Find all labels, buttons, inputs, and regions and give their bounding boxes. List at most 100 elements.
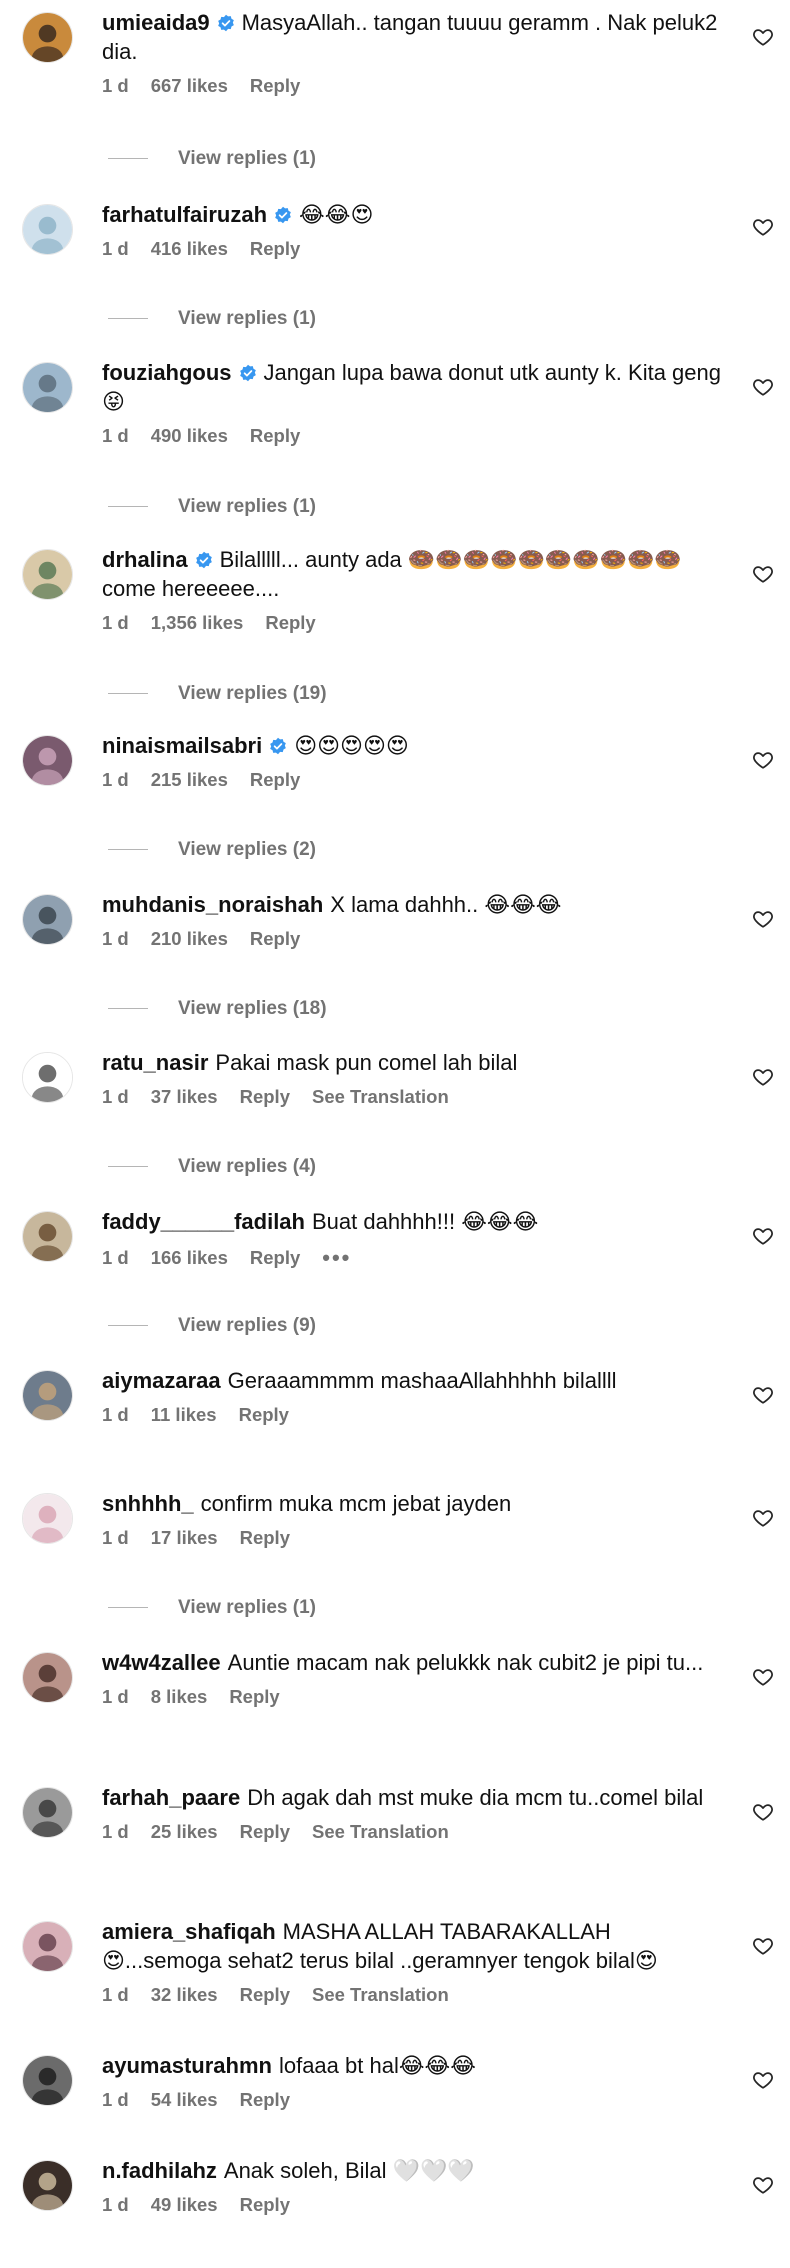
avatar[interactable] <box>22 1921 73 1972</box>
likes-count[interactable]: 17 likes <box>151 1527 218 1548</box>
reply-button[interactable]: Reply <box>240 1086 290 1107</box>
view-replies-button[interactable]: View replies (19) <box>108 683 327 705</box>
view-replies-button[interactable]: View replies (9) <box>108 1315 316 1337</box>
reply-button[interactable]: Reply <box>229 1686 279 1707</box>
username-link[interactable]: w4w4zallee <box>102 1650 221 1675</box>
likes-count[interactable]: 166 likes <box>151 1247 228 1268</box>
reply-button[interactable]: Reply <box>239 1404 289 1425</box>
avatar[interactable] <box>22 362 73 413</box>
view-replies-button[interactable]: View replies (1) <box>108 308 316 330</box>
reply-button[interactable]: Reply <box>240 2194 290 2215</box>
username-link[interactable]: drhalina <box>102 547 188 572</box>
username-link[interactable]: muhdanis_noraishah <box>102 892 323 917</box>
likes-count[interactable]: 1,356 likes <box>151 612 244 633</box>
likes-count[interactable]: 11 likes <box>151 1404 217 1425</box>
heart-outline-icon[interactable] <box>752 749 774 771</box>
heart-outline-icon[interactable] <box>752 1801 774 1823</box>
likes-count[interactable]: 54 likes <box>151 2089 218 2110</box>
heart-outline-icon[interactable] <box>752 2069 774 2091</box>
heart-outline-icon[interactable] <box>752 1225 774 1247</box>
view-replies-button[interactable]: View replies (1) <box>108 1597 316 1619</box>
heart-outline-icon[interactable] <box>752 1384 774 1406</box>
avatar[interactable] <box>22 1787 73 1838</box>
comment-meta: 1 d 49 likes Reply <box>102 2194 722 2216</box>
comment-body: fouziahgous Jangan lupa bawa donut utk au… <box>102 358 722 447</box>
reply-button[interactable]: Reply <box>250 238 300 259</box>
username-link[interactable]: farhah_paare <box>102 1785 240 1810</box>
comment-meta: 1 d 8 likes Reply <box>102 1686 722 1708</box>
more-options-icon[interactable]: ••• <box>322 1245 351 1270</box>
see-translation-button[interactable]: See Translation <box>312 1821 449 1842</box>
reply-button[interactable]: Reply <box>250 928 300 949</box>
heart-outline-icon[interactable] <box>752 1507 774 1529</box>
likes-count[interactable]: 667 likes <box>151 75 228 96</box>
avatar[interactable] <box>22 2055 73 2106</box>
likes-count[interactable]: 210 likes <box>151 928 228 949</box>
view-replies-button[interactable]: View replies (18) <box>108 998 327 1020</box>
heart-outline-icon[interactable] <box>752 216 774 238</box>
username-link[interactable]: snhhhh_ <box>102 1491 194 1516</box>
avatar[interactable] <box>22 549 73 600</box>
comment-item: fouziahgous Jangan lupa bawa donut utk au… <box>0 350 790 517</box>
likes-count[interactable]: 49 likes <box>151 2194 218 2215</box>
username-link[interactable]: amiera_shafiqah <box>102 1919 276 1944</box>
reply-button[interactable]: Reply <box>240 1527 290 1548</box>
avatar[interactable] <box>22 1370 73 1421</box>
reply-button[interactable]: Reply <box>265 612 315 633</box>
username-link[interactable]: ayumasturahmn <box>102 2053 272 2078</box>
avatar[interactable] <box>22 1652 73 1703</box>
likes-count[interactable]: 8 likes <box>151 1686 208 1707</box>
replies-divider <box>108 1325 148 1327</box>
comment-item: umieaida9 MasyaAllah.. tangan tuuuu geram… <box>0 0 790 169</box>
username-link[interactable]: ratu_nasir <box>102 1050 208 1075</box>
view-replies-button[interactable]: View replies (2) <box>108 839 316 861</box>
username-link[interactable]: farhatulfairuzah <box>102 202 267 227</box>
avatar[interactable] <box>22 735 73 786</box>
reply-button[interactable]: Reply <box>240 1821 290 1842</box>
likes-count[interactable]: 25 likes <box>151 1821 218 1842</box>
reply-button[interactable]: Reply <box>240 1984 290 2005</box>
comment-message: Geraaammmm mashaaAllahhhhh bilallll <box>227 1368 617 1393</box>
heart-outline-icon[interactable] <box>752 26 774 48</box>
avatar[interactable] <box>22 1211 73 1262</box>
avatar[interactable] <box>22 204 73 255</box>
avatar[interactable] <box>22 1052 73 1103</box>
see-translation-button[interactable]: See Translation <box>312 1984 449 2005</box>
avatar[interactable] <box>22 2160 73 2211</box>
heart-outline-icon[interactable] <box>752 1666 774 1688</box>
avatar[interactable] <box>22 894 73 945</box>
comment-body: ayumasturahmn lofaaa bt hal😂😂😂 1 d 54 likes… <box>102 2051 722 2111</box>
username-link[interactable]: aiymazaraa <box>102 1368 221 1393</box>
heart-outline-icon[interactable] <box>752 2174 774 2196</box>
view-replies-button[interactable]: View replies (4) <box>108 1156 316 1178</box>
username-link[interactable]: fouziahgous <box>102 360 232 385</box>
comment-item: snhhhh_ confirm muka mcm jebat jayden 1 d1… <box>0 1481 790 1618</box>
reply-button[interactable]: Reply <box>250 1247 300 1268</box>
heart-outline-icon[interactable] <box>752 1066 774 1088</box>
likes-count[interactable]: 37 likes <box>151 1086 218 1107</box>
heart-outline-icon[interactable] <box>752 563 774 585</box>
likes-count[interactable]: 32 likes <box>151 1984 218 2005</box>
avatar[interactable] <box>22 1493 73 1544</box>
view-replies-button[interactable]: View replies (1) <box>108 496 316 518</box>
likes-count[interactable]: 490 likes <box>151 425 228 446</box>
heart-outline-icon[interactable] <box>752 1935 774 1957</box>
username-link[interactable]: faddy______fadilah <box>102 1209 305 1234</box>
comment-meta: 1 d 54 likes Reply <box>102 2089 722 2111</box>
reply-button[interactable]: Reply <box>250 75 300 96</box>
comment-body: n.fadhilahz Anak soleh, Bilal 🤍🤍🤍 1 d 49 li… <box>102 2156 722 2216</box>
view-replies-button[interactable]: View replies (1) <box>108 148 316 170</box>
likes-count[interactable]: 416 likes <box>151 238 228 259</box>
heart-outline-icon[interactable] <box>752 908 774 930</box>
avatar[interactable] <box>22 12 73 63</box>
reply-button[interactable]: Reply <box>250 425 300 446</box>
reply-button[interactable]: Reply <box>240 2089 290 2110</box>
reply-button[interactable]: Reply <box>250 769 300 790</box>
see-translation-button[interactable]: See Translation <box>312 1086 449 1107</box>
username-link[interactable]: umieaida9 <box>102 10 210 35</box>
username-link[interactable]: ninaismailsabri <box>102 733 262 758</box>
heart-outline-icon[interactable] <box>752 376 774 398</box>
comment-message: Anak soleh, Bilal 🤍🤍🤍 <box>223 2158 475 2183</box>
likes-count[interactable]: 215 likes <box>151 769 228 790</box>
username-link[interactable]: n.fadhilahz <box>102 2158 217 2183</box>
